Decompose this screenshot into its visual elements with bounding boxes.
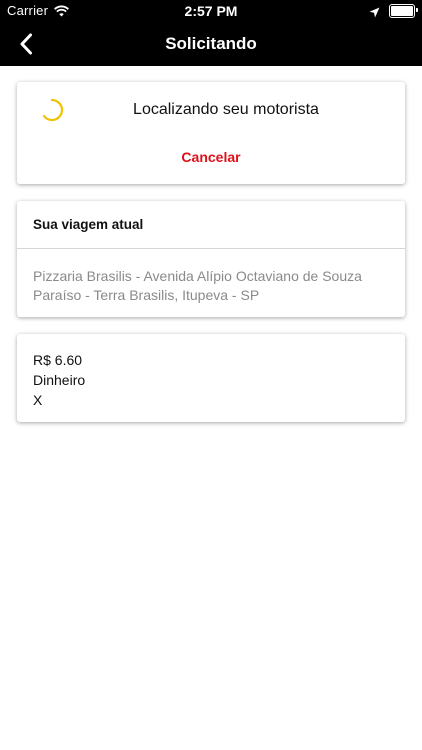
searching-driver-card: Localizando seu motorista Cancelar: [17, 82, 405, 184]
searching-message: Localizando seu motorista: [133, 101, 319, 118]
payment-card: R$ 6.60 Dinheiro X: [17, 334, 405, 422]
trip-address-line-2: Paraíso - Terra Brasilis, Itupeva - SP: [33, 287, 260, 303]
payment-extra: X: [33, 392, 43, 408]
payment-method: Dinheiro: [33, 372, 86, 388]
payment-details: R$ 6.60 Dinheiro X: [17, 334, 405, 410]
trip-heading: Sua viagem atual: [17, 201, 405, 249]
location-arrow-icon: [369, 6, 380, 17]
battery-tip: [416, 8, 418, 12]
page-title: Solicitando: [165, 34, 257, 53]
cancel-button[interactable]: Cancelar: [17, 149, 405, 165]
battery-icon: [389, 4, 418, 18]
status-time: 2:57 PM: [184, 3, 238, 19]
battery-fill: [391, 6, 413, 16]
trip-address-line-1: Pizzaria Brasilis - Avenida Alípio Octav…: [33, 268, 362, 284]
current-trip-card: Sua viagem atual Pizzaria Brasilis - Ave…: [17, 201, 405, 317]
trip-address: Pizzaria Brasilis - Avenida Alípio Octav…: [17, 249, 405, 305]
status-bar: Carrier 2:57 PM: [0, 0, 422, 22]
trip-price: R$ 6.60: [33, 352, 83, 368]
navigation-bar: Solicitando: [0, 22, 422, 66]
status-right: [369, 4, 418, 18]
